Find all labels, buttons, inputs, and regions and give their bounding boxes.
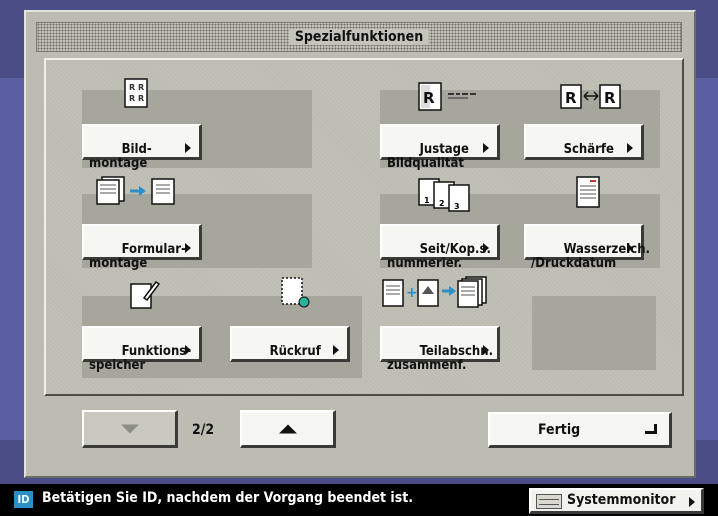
- svg-text:R: R: [604, 89, 616, 107]
- mode-memory-icon: [130, 280, 160, 309]
- chevron-right-icon: [333, 345, 339, 355]
- recall-icon: [281, 277, 310, 308]
- page-next-button[interactable]: [240, 410, 336, 448]
- job-build-button[interactable]: Teilabschn. zusammenf.: [380, 326, 500, 373]
- page-numbering-button[interactable]: Seit/Kop.s. nummerier.: [380, 224, 500, 271]
- button-label: Teilabschn. zusammenf.: [387, 344, 494, 373]
- chevron-right-icon: [483, 243, 489, 253]
- arrow-up-icon: [278, 424, 297, 433]
- image-combination-button[interactable]: Bild- montage: [82, 124, 202, 171]
- page-indicator: 2/2: [192, 422, 215, 438]
- svg-text:R R: R R: [129, 94, 144, 103]
- svg-text:R: R: [565, 89, 577, 107]
- screen-background: Spezialfunktionen R R R R R R R Bild- mo…: [0, 0, 718, 484]
- monitor-icon: [536, 494, 562, 509]
- chevron-right-icon: [185, 243, 191, 253]
- system-monitor-label: Systemmonitor: [567, 492, 676, 508]
- chevron-right-icon: [689, 497, 695, 507]
- page-prev-button[interactable]: [82, 410, 178, 448]
- arrow-down-icon: [120, 424, 139, 433]
- recall-button[interactable]: Rückruf: [230, 326, 350, 362]
- svg-text:R: R: [423, 89, 435, 107]
- panel-title: Spezialfunktionen: [288, 29, 430, 45]
- watermark-icon: [576, 176, 600, 208]
- svg-text:2: 2: [439, 199, 445, 208]
- chevron-right-icon: [185, 143, 191, 153]
- button-label: Bild- montage: [89, 142, 152, 171]
- svg-text:+: +: [406, 285, 418, 301]
- image-quality-adjust-button[interactable]: Justage Bildqualität: [380, 124, 500, 171]
- image-combination-icon: R R R R: [124, 78, 148, 108]
- button-label: Schärfe: [563, 142, 614, 157]
- form-composition-button[interactable]: Formular- montage: [82, 224, 202, 271]
- form-composition-icon: [96, 176, 175, 205]
- svg-text:3: 3: [454, 202, 460, 211]
- status-message: Betätigen Sie ID, nachdem der Vorgang be…: [42, 490, 414, 506]
- svg-text:1: 1: [424, 196, 430, 205]
- chevron-right-icon: [627, 143, 633, 153]
- function-grid: R R R R R R R Bild- montage Justage Bild…: [44, 58, 684, 396]
- svg-text:R R: R R: [129, 83, 144, 92]
- status-bar: ID Betätigen Sie ID, nachdem der Vorgang…: [0, 484, 718, 516]
- sharpness-button[interactable]: Schärfe: [524, 124, 644, 160]
- enter-icon: [645, 424, 657, 434]
- chevron-right-icon: [627, 243, 633, 253]
- image-quality-adjust-icon: R: [418, 82, 476, 111]
- chevron-right-icon: [483, 143, 489, 153]
- mode-memory-button[interactable]: Funktions- speicher: [82, 326, 202, 373]
- special-functions-panel: Spezialfunktionen R R R R R R R Bild- mo…: [24, 10, 696, 478]
- page-numbering-icon: 1 2 3: [418, 178, 470, 212]
- system-monitor-button[interactable]: Systemmonitor: [529, 488, 704, 514]
- done-label: Fertig: [538, 422, 581, 438]
- button-label: Rückruf: [269, 344, 321, 359]
- empty-slot: [532, 296, 656, 370]
- done-button[interactable]: Fertig: [488, 412, 672, 448]
- sharpness-icon: R R: [560, 84, 621, 109]
- job-build-icon: +: [382, 276, 487, 308]
- watermark-button[interactable]: Wasserzeich. /Druckdatum: [524, 224, 650, 271]
- chevron-right-icon: [185, 345, 191, 355]
- title-bar: Spezialfunktionen: [36, 22, 682, 52]
- button-label: Justage Bildqualität: [387, 142, 469, 171]
- chevron-right-icon: [483, 345, 489, 355]
- id-badge-icon: ID: [14, 491, 33, 508]
